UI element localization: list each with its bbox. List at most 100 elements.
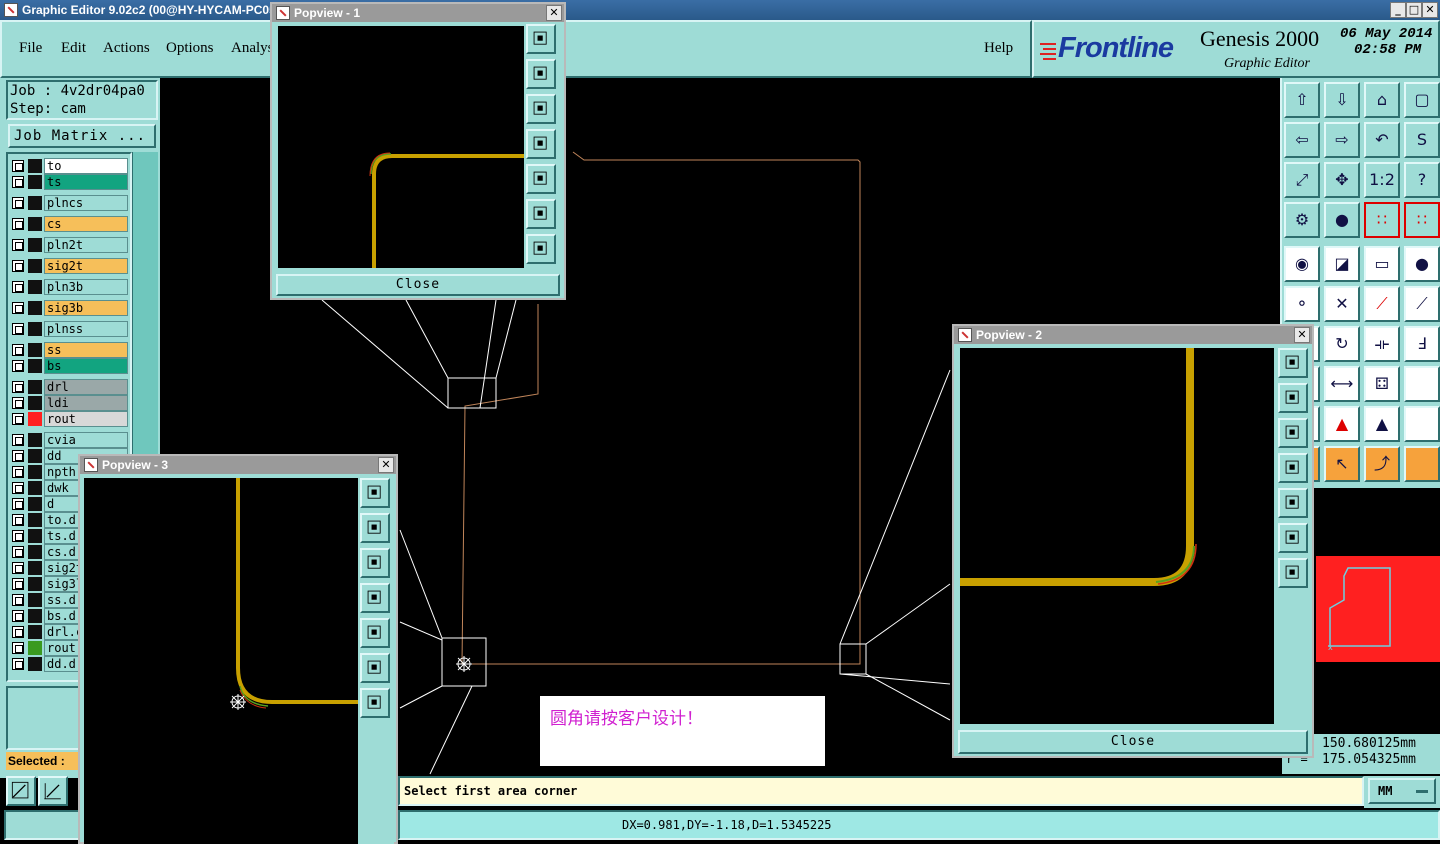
pan-up-icon[interactable] xyxy=(526,59,556,89)
help-icon[interactable]: ? xyxy=(1404,162,1440,198)
center-icon[interactable]: ✥ xyxy=(1324,162,1360,198)
triangle-up-icon[interactable]: ▲ xyxy=(1364,406,1400,442)
layer-checkbox[interactable] xyxy=(12,626,24,638)
undo-icon[interactable]: ↶ xyxy=(1364,122,1400,158)
node-icon[interactable]: ⚬ xyxy=(1284,286,1320,322)
zoom-window-icon[interactable] xyxy=(526,24,556,54)
triangle-red-icon[interactable]: ▲ xyxy=(1324,406,1360,442)
rotate-icon[interactable]: ↻ xyxy=(1324,326,1360,362)
pan-right-icon[interactable] xyxy=(1278,488,1308,518)
close-window-button[interactable]: ✕ xyxy=(1422,2,1438,18)
pan-left-icon[interactable] xyxy=(526,129,556,159)
menu-file[interactable]: File xyxy=(19,40,42,57)
layer-checkbox[interactable] xyxy=(12,594,24,606)
pan-right-icon[interactable] xyxy=(526,164,556,194)
layer-red-icon[interactable]: ∷ xyxy=(1364,202,1400,238)
maximize-button[interactable]: □ xyxy=(1406,2,1422,18)
minimize-button[interactable]: _ xyxy=(1390,2,1406,18)
layer-checkbox[interactable] xyxy=(12,239,24,251)
pan-left-icon[interactable] xyxy=(360,583,390,613)
view-split-icon[interactable]: ▢ xyxy=(1404,82,1440,118)
layer-checkbox[interactable] xyxy=(12,578,24,590)
zoom-out-icon[interactable] xyxy=(1278,558,1308,588)
popview-2-canvas[interactable] xyxy=(960,348,1274,724)
group-icon[interactable]: ⚃ xyxy=(1364,366,1400,402)
flip-icon[interactable]: Ⅎ xyxy=(1404,326,1440,362)
surface-icon[interactable]: ◪ xyxy=(1324,246,1360,282)
popview-3-close-icon[interactable]: ✕ xyxy=(378,457,394,473)
layer-checkbox[interactable] xyxy=(12,176,24,188)
layer-name[interactable]: cs xyxy=(44,216,128,232)
pan-up-icon[interactable] xyxy=(360,513,390,543)
pan-up-icon[interactable] xyxy=(1278,383,1308,413)
layer-checkbox[interactable] xyxy=(12,413,24,425)
popview-1-canvas[interactable] xyxy=(278,26,526,268)
layer-row[interactable]: rout xyxy=(10,411,130,427)
layer-row[interactable]: pln3b xyxy=(10,279,130,295)
layer-checkbox[interactable] xyxy=(12,360,24,372)
layer-row[interactable]: ts xyxy=(10,174,130,190)
layer-row[interactable]: plncs xyxy=(10,195,130,211)
snap-icon[interactable]: S xyxy=(1404,122,1440,158)
home-icon[interactable]: ⌂ xyxy=(1364,82,1400,118)
zoom-area-icon[interactable] xyxy=(6,776,36,806)
layer-checkbox[interactable] xyxy=(12,498,24,510)
zoom-in-icon[interactable] xyxy=(1278,523,1308,553)
layer-name[interactable]: sig3b xyxy=(44,300,128,316)
layer-row[interactable]: cvia xyxy=(10,432,130,448)
menu-edit[interactable]: Edit xyxy=(61,40,86,57)
layer-row[interactable]: plnss xyxy=(10,321,130,337)
layer-row[interactable]: ss xyxy=(10,342,130,358)
blank2-icon[interactable] xyxy=(1404,406,1440,442)
blank3-icon[interactable] xyxy=(1404,446,1440,482)
ruler-icon[interactable]: ▭ xyxy=(1364,246,1400,282)
layer-row[interactable]: bs xyxy=(10,358,130,374)
layer-name[interactable]: ldi xyxy=(44,395,128,411)
blank-icon[interactable] xyxy=(1404,366,1440,402)
layer-checkbox[interactable] xyxy=(12,642,24,654)
move-down-icon[interactable]: ⇩ xyxy=(1324,82,1360,118)
layer-checkbox[interactable] xyxy=(12,302,24,314)
pan-left-icon[interactable] xyxy=(1278,453,1308,483)
job-matrix-button[interactable]: Job Matrix ... xyxy=(8,124,156,148)
pan-down-icon[interactable] xyxy=(1278,418,1308,448)
layer-checkbox[interactable] xyxy=(12,530,24,542)
path-icon[interactable]: ⤴ xyxy=(1364,446,1400,482)
layer-checkbox[interactable] xyxy=(12,482,24,494)
overview-map[interactable]: x xyxy=(1316,490,1440,730)
layer-row[interactable]: sig3b xyxy=(10,300,130,316)
line-red-icon[interactable]: ⟋ xyxy=(1364,286,1400,322)
layer-row[interactable]: pln2t xyxy=(10,237,130,253)
fit-icon[interactable]: ⤢ xyxy=(1284,162,1320,198)
layer-checkbox[interactable] xyxy=(12,562,24,574)
cross-icon[interactable]: ✕ xyxy=(1324,286,1360,322)
layer-name[interactable]: rout xyxy=(44,411,128,427)
layer-row[interactable]: sig2t xyxy=(10,258,130,274)
zoom-in-icon[interactable] xyxy=(526,199,556,229)
popview-2-close-icon[interactable]: ✕ xyxy=(1294,327,1310,343)
zoom-window-icon[interactable] xyxy=(360,478,390,508)
popview-1-close-icon[interactable]: ✕ xyxy=(546,5,562,21)
layer-checkbox[interactable] xyxy=(12,260,24,272)
layer-checkbox[interactable] xyxy=(12,450,24,462)
menu-help[interactable]: Help xyxy=(984,40,1013,57)
layer-checkbox[interactable] xyxy=(12,514,24,526)
layer-row[interactable]: to xyxy=(10,158,130,174)
popview-2-close-button[interactable]: Close xyxy=(958,730,1308,754)
layer-row[interactable]: drl xyxy=(10,379,130,395)
layer-checkbox[interactable] xyxy=(12,610,24,622)
menu-actions[interactable]: Actions xyxy=(103,40,150,57)
layer-name[interactable]: sig2t xyxy=(44,258,128,274)
pointer-alt-icon[interactable]: ↖ xyxy=(1324,446,1360,482)
circle-icon[interactable]: ● xyxy=(1404,246,1440,282)
popview-3-canvas[interactable] xyxy=(84,478,358,844)
probe-icon[interactable]: ● xyxy=(1324,202,1360,238)
popview-2-titlebar[interactable]: Popview - 2 ✕ xyxy=(954,326,1312,344)
dimension-icon[interactable]: ⟷ xyxy=(1324,366,1360,402)
zoom-out-icon[interactable] xyxy=(526,234,556,264)
mirror-icon[interactable]: ⟛ xyxy=(1364,326,1400,362)
move-left-icon[interactable]: ⇦ xyxy=(1284,122,1320,158)
move-right-icon[interactable]: ⇨ xyxy=(1324,122,1360,158)
pan-down-icon[interactable] xyxy=(360,548,390,578)
layer-name[interactable]: plncs xyxy=(44,195,128,211)
